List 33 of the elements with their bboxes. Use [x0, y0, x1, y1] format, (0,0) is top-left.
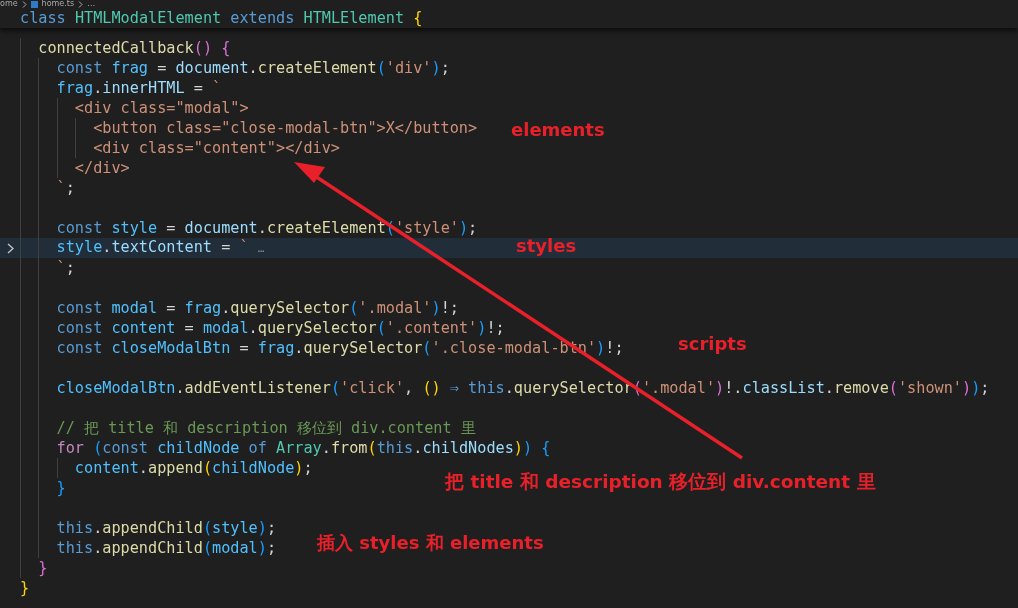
code-line: style.textContent = ` …: [56, 237, 265, 258]
code-line: }: [20, 578, 30, 598]
file-icon: [30, 0, 38, 8]
code-line: const content = modal.querySelector('.content')!;: [56, 318, 505, 338]
annotation-text: scripts: [678, 333, 747, 354]
breadcrumb-item[interactable]: home.ts: [41, 0, 75, 8]
annotation-text: 把 title 和 description 移位到 div.content 里: [445, 470, 876, 494]
code-line: const frag = document.createElement('div');: [56, 58, 450, 78]
code-line: class HTMLModalElement extends HTMLElement {: [20, 8, 423, 28]
code-line: const modal = frag.querySelector('.modal')!;: [56, 298, 459, 318]
code-line: <button class="close-modal-btn">X</button>: [93, 118, 478, 138]
code-line: content.append(childNode);: [74, 458, 313, 478]
breadcrumb-item[interactable]: …: [87, 0, 96, 8]
code-line: <div class="content"></div>: [93, 138, 340, 158]
chevron-icon: [78, 0, 84, 8]
code-line: // 把 title 和 description 移位到 div.content 里: [56, 418, 476, 438]
code-line: this.appendChild(modal);: [56, 538, 277, 558]
code-line: frag.innerHTML = `: [56, 78, 222, 98]
chevron-icon[interactable]: [6, 242, 14, 254]
annotation-text: 插入 styles 和 elements: [317, 531, 544, 555]
chevron-icon: [21, 0, 27, 8]
code-line: connectedCallback() {: [38, 38, 231, 58]
code-line: }: [38, 558, 48, 578]
code-line: this.appendChild(style);: [56, 518, 277, 538]
code-line: <div class="modal">: [74, 98, 249, 118]
annotation-text: styles: [516, 235, 577, 256]
code-line: }: [56, 478, 66, 498]
annotation-text: elements: [511, 119, 605, 140]
code-line: `;: [56, 178, 75, 198]
breadcrumb-item[interactable]: ome: [0, 0, 18, 8]
code-line: </div>: [74, 158, 130, 178]
code-line: for (const childNode of Array.from(this.childNodes)) {: [56, 438, 551, 458]
code-line: `;: [56, 258, 75, 278]
